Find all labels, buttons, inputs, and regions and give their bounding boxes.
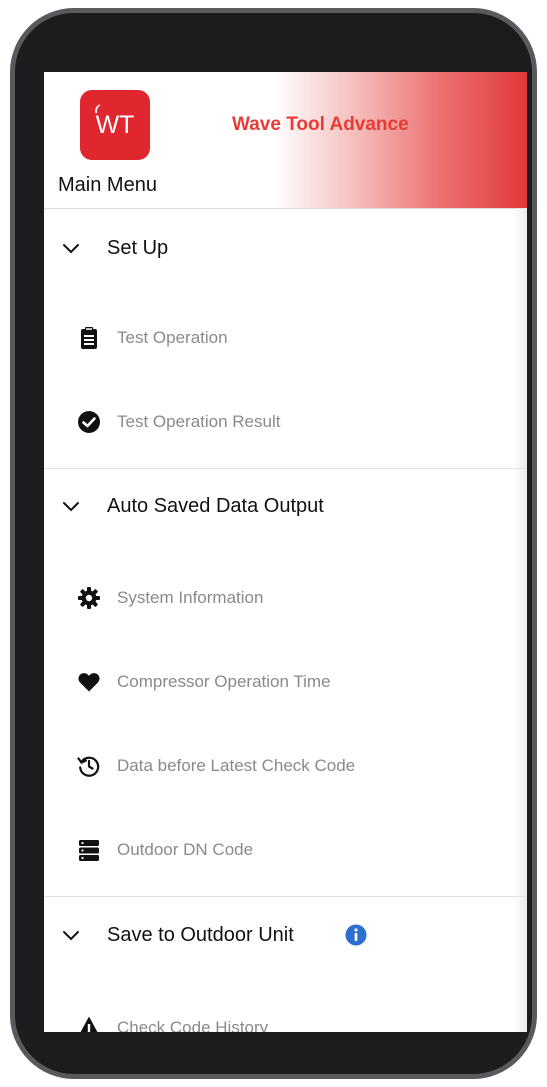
logo-text: WT [95, 110, 135, 139]
clipboard-icon [81, 327, 97, 349]
info-icon[interactable] [345, 924, 367, 946]
section-divider [44, 468, 527, 469]
chevron-down-icon [63, 244, 79, 254]
menu-item-check-code-history[interactable]: Check Code History [44, 1008, 527, 1032]
chevron-down-icon [63, 931, 79, 941]
heart-icon [78, 673, 100, 692]
menu-header: WT Wave Tool Advance Main Menu [44, 72, 527, 209]
menu-item-system-information[interactable]: System Information [44, 578, 527, 618]
section-label: Set Up [107, 236, 169, 259]
section-header-auto-saved-data-output[interactable]: Auto Saved Data Output [44, 486, 527, 526]
history-icon [77, 756, 100, 777]
warning-icon [80, 1017, 98, 1032]
menu-item-label: System Information [117, 588, 264, 607]
check-circle-icon [78, 411, 100, 433]
section-label: Auto Saved Data Output [107, 494, 324, 517]
menu-item-label: Data before Latest Check Code [117, 756, 356, 775]
server-icon [79, 840, 99, 861]
menu-item-test-operation-result[interactable]: Test Operation Result [44, 402, 527, 442]
scroll-shade [513, 208, 527, 1032]
section-divider [44, 896, 527, 897]
app-title: Wave Tool Advance [232, 114, 409, 135]
menu-item-test-operation[interactable]: Test Operation [44, 318, 527, 358]
section-header-save-to-outdoor-unit[interactable]: Save to Outdoor Unit [44, 915, 527, 955]
menu-item-label: Check Code History [117, 1018, 269, 1032]
menu-item-outdoor-dn-code[interactable]: Outdoor DN Code [44, 830, 527, 870]
menu-item-data-before-latest-check-code[interactable]: Data before Latest Check Code [44, 746, 527, 786]
menu-title: Main Menu [58, 174, 157, 196]
section-label: Save to Outdoor Unit [107, 923, 294, 946]
menu-item-label: Compressor Operation Time [117, 672, 331, 691]
chevron-down-icon [63, 502, 79, 512]
app-logo: WT [80, 90, 150, 160]
menu-item-label: Outdoor DN Code [117, 840, 254, 859]
app-screen: WT Wave Tool Advance Main Menu Set Up Te… [44, 72, 527, 1032]
signal-icon [93, 103, 101, 117]
menu-item-label: Test Operation Result [117, 412, 281, 431]
menu-item-label: Test Operation [117, 328, 228, 347]
section-header-set-up[interactable]: Set Up [44, 228, 527, 268]
menu-item-compressor-operation-time[interactable]: Compressor Operation Time [44, 662, 527, 702]
gear-icon [78, 587, 100, 609]
